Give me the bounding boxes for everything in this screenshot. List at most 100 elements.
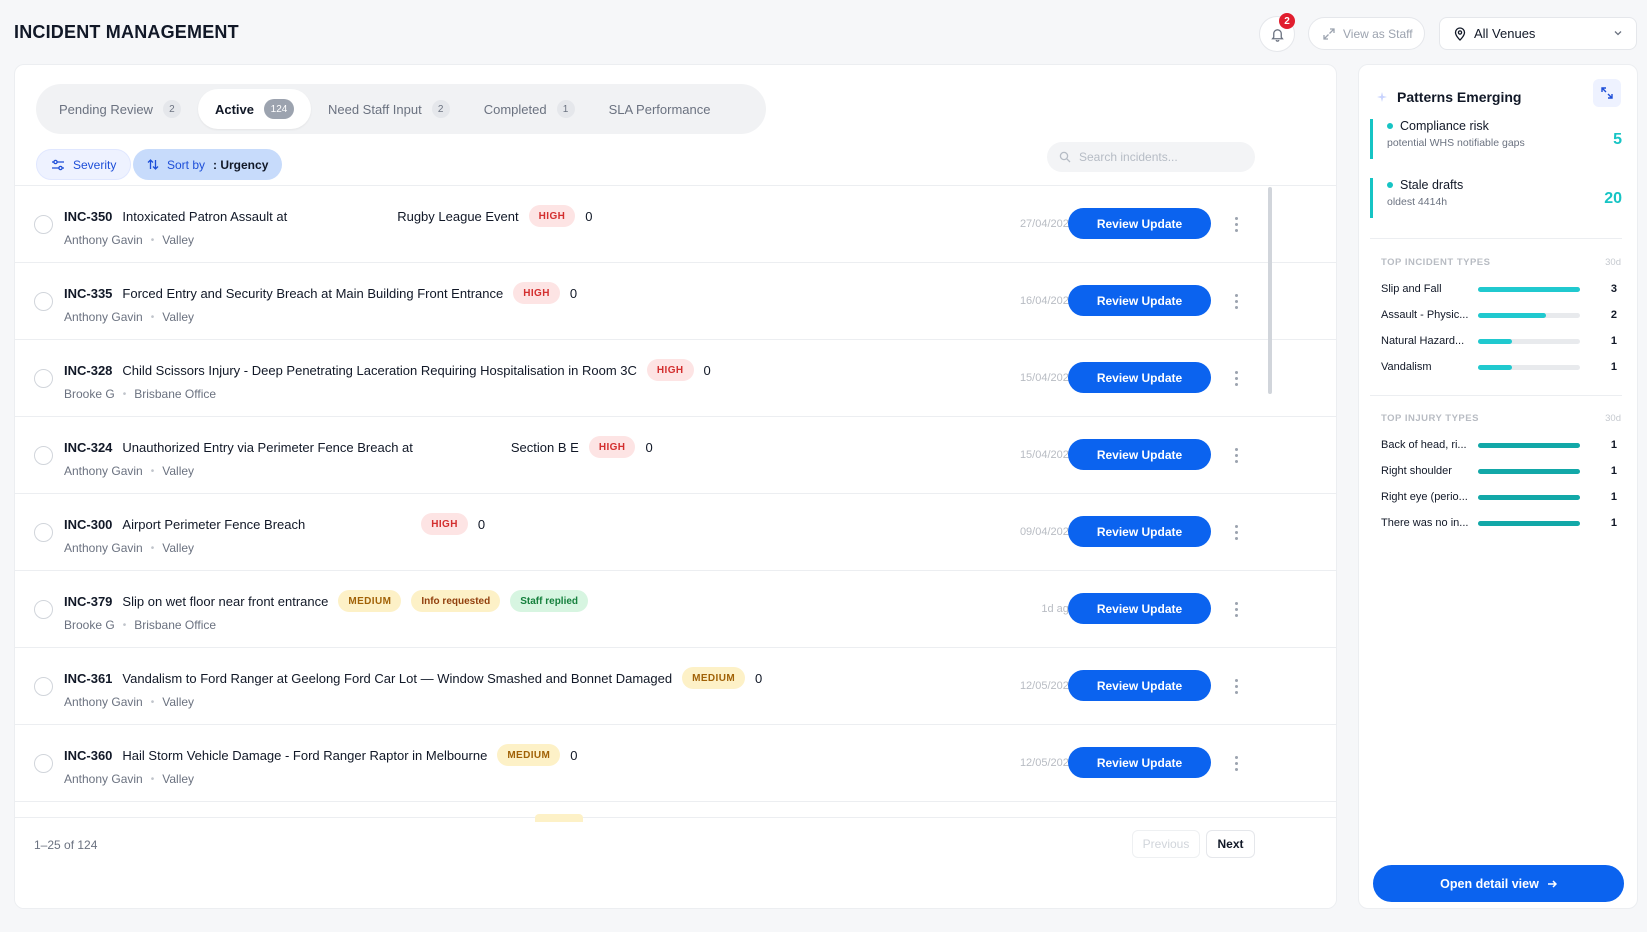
bar-row[interactable]: Back of head, ri... 1 [1381, 437, 1617, 453]
separator-dot: • [150, 465, 155, 477]
more-options-icon[interactable] [1229, 599, 1243, 619]
bar-row[interactable]: Slip and Fall 3 [1381, 281, 1617, 297]
incident-row[interactable]: INC-335 Forced Entry and Security Breach… [15, 263, 1336, 340]
reporter-name: Brooke G [64, 387, 115, 401]
venue-select[interactable]: All Venues [1439, 17, 1637, 50]
open-detail-view-button[interactable]: Open detail view [1373, 865, 1624, 902]
review-update-button[interactable]: Review Update [1068, 593, 1211, 624]
incident-id: INC-350 [64, 208, 113, 224]
previous-page-button[interactable]: Previous [1132, 830, 1200, 858]
tab-pending-review[interactable]: Pending Review 2 [42, 89, 198, 129]
expand-panel-button[interactable] [1593, 79, 1621, 107]
bar-track [1478, 364, 1580, 370]
bar-row[interactable]: Assault - Physic... 2 [1381, 307, 1617, 323]
status-tabs: Pending Review 2 Active 124 Need Staff I… [36, 84, 766, 134]
bar-label: Right shoulder [1381, 465, 1452, 477]
search-input[interactable] [1079, 150, 1239, 164]
incident-row[interactable]: INC-300 Airport Perimeter Fence Breach H… [15, 494, 1336, 571]
incident-row[interactable]: INC-328 Child Scissors Injury - Deep Pen… [15, 340, 1336, 417]
incident-row[interactable]: INC-379 Slip on wet floor near front ent… [15, 571, 1336, 648]
row-select-radio[interactable] [34, 677, 53, 696]
comment-count: 0 [477, 516, 486, 532]
separator-dot: • [122, 388, 127, 400]
reporter-name: Anthony Gavin [64, 233, 143, 247]
arrow-right-icon [1547, 879, 1557, 888]
more-options-icon[interactable] [1229, 445, 1243, 465]
incident-meta: Anthony Gavin • Valley [64, 541, 194, 555]
bar-label: Natural Hazard... [1381, 335, 1465, 347]
bar-row[interactable]: Right eye (perio... 1 [1381, 489, 1617, 505]
more-options-icon[interactable] [1229, 368, 1243, 388]
severity-badge: HIGH [646, 359, 694, 381]
incident-date: 12/05/2026 [1019, 680, 1075, 692]
review-update-button[interactable]: Review Update [1068, 208, 1211, 239]
tab-sla-performance[interactable]: SLA Performance [592, 89, 728, 129]
incident-date: 15/04/2026 [1019, 372, 1075, 384]
incident-row[interactable]: INC-361 Vandalism to Ford Ranger at Geel… [15, 648, 1336, 725]
pagination-bar: 1–25 of 124 Previous Next [15, 814, 1336, 908]
review-update-button[interactable]: Review Update [1068, 285, 1211, 316]
bar-track [1478, 520, 1580, 526]
severity-badge: MEDIUM [682, 667, 746, 689]
incident-row[interactable]: INC-360 Hail Storm Vehicle Damage - Ford… [15, 725, 1336, 802]
incident-row[interactable]: INC-324 Unauthorized Entry via Perimeter… [15, 417, 1336, 494]
list-scrollbar[interactable] [1268, 187, 1272, 394]
incident-title-line: INC-360 Hail Storm Vehicle Damage - Ford… [64, 742, 578, 768]
row-select-radio[interactable] [34, 215, 53, 234]
more-options-icon[interactable] [1229, 291, 1243, 311]
bar-value: 1 [1610, 465, 1617, 477]
bar-row[interactable]: Right shoulder 1 [1381, 463, 1617, 479]
incident-id: INC-335 [64, 285, 113, 301]
more-options-icon[interactable] [1229, 214, 1243, 234]
incident-title-line: INC-379 Slip on wet floor near front ent… [64, 588, 589, 614]
row-select-radio[interactable] [34, 369, 53, 388]
sort-button[interactable]: Sort by : Urgency [133, 149, 283, 180]
review-update-button[interactable]: Review Update [1068, 439, 1211, 470]
bar-value: 1 [1610, 361, 1617, 373]
comment-count: 0 [569, 285, 578, 301]
review-update-button[interactable]: Review Update [1068, 516, 1211, 547]
insight-compliance-risk[interactable]: Compliance risk potential WHS notifiable… [1370, 119, 1622, 159]
tab-need-staff-input[interactable]: Need Staff Input 2 [311, 89, 467, 129]
severity-filter-button[interactable]: Severity [36, 149, 132, 180]
bar-label: Right eye (perio... [1381, 491, 1468, 503]
incident-meta: Anthony Gavin • Valley [64, 464, 194, 478]
more-options-icon[interactable] [1229, 753, 1243, 773]
review-update-button[interactable]: Review Update [1068, 747, 1211, 778]
more-options-icon[interactable] [1229, 676, 1243, 696]
next-page-button[interactable]: Next [1206, 830, 1255, 858]
incident-date: 27/04/2026 [1019, 218, 1075, 230]
review-update-button[interactable]: Review Update [1068, 362, 1211, 393]
bar-row[interactable]: Natural Hazard... 1 [1381, 333, 1617, 349]
incident-title: Hail Storm Vehicle Damage - Ford Ranger … [122, 747, 488, 763]
row-select-radio[interactable] [34, 523, 53, 542]
separator-dot: • [150, 311, 155, 323]
more-options-icon[interactable] [1229, 522, 1243, 542]
bar-row[interactable]: Vandalism 1 [1381, 359, 1617, 375]
row-select-radio[interactable] [34, 446, 53, 465]
insight-title: Stale drafts [1387, 178, 1622, 192]
venue-name: Valley [162, 233, 195, 247]
insight-title: Compliance risk [1387, 119, 1622, 133]
location-pin-icon [1454, 26, 1466, 41]
bar-fill [1478, 286, 1580, 292]
panel-title: Patterns Emerging [1397, 89, 1522, 105]
row-select-radio[interactable] [34, 292, 53, 311]
review-update-button[interactable]: Review Update [1068, 670, 1211, 701]
separator-dot: • [150, 542, 155, 554]
incident-date: 16/04/2026 [1019, 295, 1075, 307]
bar-row[interactable]: There was no in... 1 [1381, 515, 1617, 531]
search-box[interactable] [1047, 142, 1255, 172]
tab-completed[interactable]: Completed 1 [467, 89, 592, 129]
incident-row[interactable]: INC-350 Intoxicated Patron Assault at Ru… [15, 186, 1336, 263]
incident-types-heading: TOP INCIDENT TYPES [1381, 257, 1491, 268]
divider [1370, 395, 1622, 396]
row-select-radio[interactable] [34, 600, 53, 619]
bar-label: Slip and Fall [1381, 283, 1442, 295]
view-as-staff-button[interactable]: View as Staff [1308, 17, 1425, 50]
row-select-radio[interactable] [34, 754, 53, 773]
insight-stale-drafts[interactable]: Stale drafts oldest 4414h 20 [1370, 178, 1622, 218]
severity-badge: MEDIUM [338, 590, 402, 612]
severity-badge: HIGH [421, 513, 468, 535]
tab-active[interactable]: Active 124 [197, 89, 311, 129]
